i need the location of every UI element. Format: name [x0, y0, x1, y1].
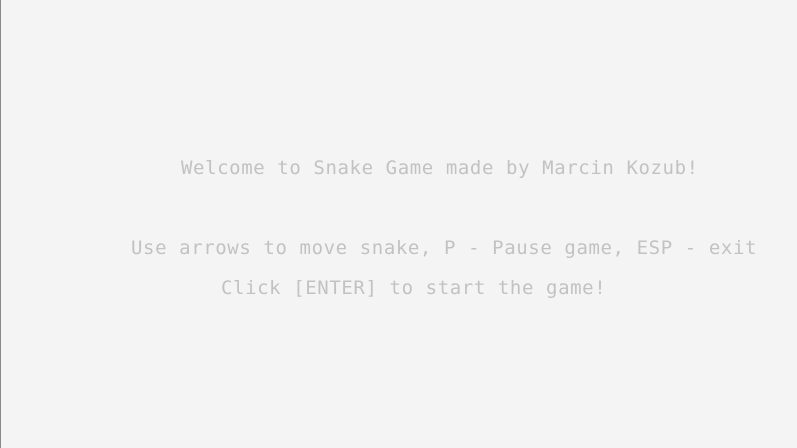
- start-prompt: Click [ENTER] to start the game!: [221, 277, 607, 299]
- game-start-screen[interactable]: Welcome to Snake Game made by Marcin Koz…: [1, 0, 797, 448]
- controls-instructions: Use arrows to move snake, P - Pause game…: [131, 237, 758, 259]
- welcome-message: Welcome to Snake Game made by Marcin Koz…: [181, 157, 699, 179]
